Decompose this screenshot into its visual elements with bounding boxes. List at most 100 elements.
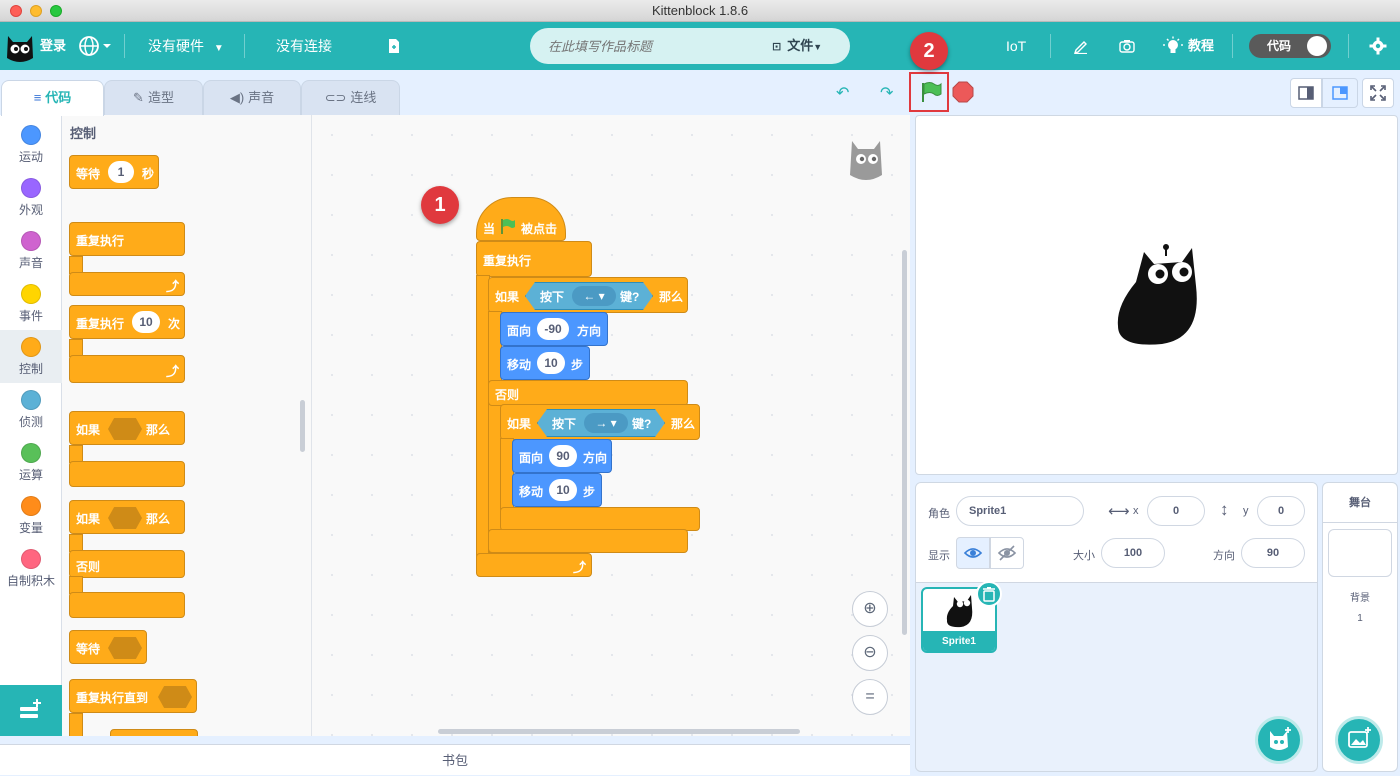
point-in-direction-block[interactable]: 面向 -90 方向 [500, 312, 608, 346]
normal-stage-button[interactable] [1322, 78, 1358, 108]
tab-costumes[interactable]: ✎ 造型 [104, 80, 203, 115]
stop-button[interactable] [952, 81, 974, 103]
repeat-block[interactable]: 重复执行 10 次 [69, 305, 185, 339]
file-menu[interactable]: ⊡ 文件▼ [772, 28, 822, 64]
tab-code[interactable]: ≡ 代码 [1, 80, 104, 116]
tab-wiring[interactable]: ⊂⊃ 连线 [301, 80, 400, 115]
maximize-window-button[interactable] [50, 5, 62, 17]
block-text: 等待 [76, 167, 101, 181]
category-operators[interactable]: 运算 [0, 436, 62, 489]
x-position-input[interactable]: 0 [1147, 496, 1205, 526]
boolean-slot[interactable] [108, 637, 142, 659]
chevron-down-icon: ▼ [213, 43, 224, 54]
close-window-button[interactable] [10, 5, 22, 17]
choose-backdrop-button[interactable] [1335, 716, 1383, 764]
steps-value-input[interactable]: 10 [549, 479, 577, 501]
stage-thumbnail[interactable] [1328, 529, 1392, 577]
block-text: 重复执行直到 [76, 691, 149, 705]
block-text: 重复执行 [76, 317, 125, 331]
block-text: 次 [168, 317, 181, 331]
window-title: Kittenblock 1.8.6 [651, 3, 749, 18]
point-in-direction-block[interactable]: 面向 90 方向 [512, 439, 612, 473]
add-extension-button[interactable] [0, 685, 62, 736]
repeat-value-input[interactable]: 10 [132, 311, 160, 333]
backpack-bar[interactable]: 书包 [0, 744, 910, 775]
category-variables[interactable]: 变量 [0, 489, 62, 542]
login-button[interactable]: 登录 [40, 22, 66, 70]
tutorial-button[interactable]: 教程 [1188, 22, 1214, 70]
project-title-input[interactable] [548, 34, 748, 58]
category-sensing[interactable]: 侦测 [0, 383, 62, 436]
show-sprite-button[interactable] [956, 537, 990, 569]
wait-until-block[interactable]: 等待 [69, 630, 147, 664]
move-steps-block[interactable]: 移动 10 步 [512, 473, 602, 507]
wait-seconds-block[interactable]: 等待 1 秒 [69, 155, 159, 189]
image-add-icon [1348, 727, 1371, 748]
category-looks[interactable]: 外观 [0, 171, 62, 224]
forever-block[interactable]: 重复执行 [476, 241, 592, 277]
iot-menu[interactable]: IoT [1006, 22, 1026, 70]
forever-block[interactable]: 重复执行 [69, 222, 185, 256]
tab-sounds[interactable]: ◀) 声音 [203, 80, 301, 115]
direction-value-input[interactable]: 90 [549, 445, 577, 467]
connection-menu[interactable]: 没有连接 [276, 22, 332, 70]
workspace-horizontal-scrollbar[interactable] [438, 729, 800, 734]
fullscreen-button[interactable] [1362, 78, 1394, 108]
direction-input[interactable]: 90 [1241, 538, 1305, 568]
sprite-cat-icon[interactable] [1114, 242, 1204, 348]
y-position-input[interactable]: 0 [1257, 496, 1305, 526]
zoom-in-button[interactable]: ⊕ [852, 591, 888, 627]
gear-icon[interactable] [1369, 37, 1387, 58]
code-toggle-label: 代码 [1267, 39, 1292, 53]
if-else-block[interactable]: 如果 那么 [69, 500, 185, 534]
green-flag-button[interactable] [916, 78, 944, 106]
boolean-slot[interactable] [158, 686, 192, 708]
script-workspace[interactable]: 当 被点击 重复执行 ⤴ 如果 按下 ← ▾ 键? 那么 面向 -90 方向 移… [312, 115, 910, 736]
save-icon: ⊡ [772, 41, 782, 53]
palette-scrollbar[interactable] [300, 400, 305, 452]
wait-value-input[interactable]: 1 [108, 161, 134, 183]
code-toggle[interactable]: 代码 [1249, 34, 1331, 58]
zoom-out-button[interactable]: ⊖ [852, 635, 888, 671]
choose-sprite-button[interactable] [1255, 716, 1303, 764]
when-flag-clicked-block[interactable]: 当 被点击 [476, 197, 566, 241]
key-dropdown[interactable]: → ▾ [584, 413, 628, 433]
move-steps-block[interactable]: 移动 10 步 [500, 346, 590, 380]
stage-canvas[interactable] [915, 115, 1398, 475]
category-sound[interactable]: 声音 [0, 224, 62, 277]
hardware-menu[interactable]: 没有硬件 ▼ [148, 22, 224, 70]
hide-sprite-button[interactable] [990, 537, 1024, 569]
category-events[interactable]: 事件 [0, 277, 62, 330]
boolean-slot[interactable] [108, 418, 142, 440]
green-flag-icon [922, 82, 942, 102]
language-menu[interactable] [78, 35, 114, 57]
category-control[interactable]: 控制 [0, 330, 62, 383]
tab-costumes-label: 造型 [147, 90, 174, 105]
if-else-block[interactable]: 如果 按下 ← ▾ 键? 那么 [488, 277, 688, 313]
delete-sprite-button[interactable] [976, 581, 1002, 607]
eye-icon [963, 548, 983, 558]
direction-value-input[interactable]: -90 [537, 318, 569, 340]
category-motion[interactable]: 运动 [0, 118, 62, 171]
steps-value-input[interactable]: 10 [537, 352, 565, 374]
if-then-block[interactable]: 如果 那么 [69, 411, 185, 445]
workspace-vertical-scrollbar[interactable] [902, 250, 907, 635]
if-then-block[interactable]: 如果 按下 → ▾ 键? 那么 [500, 404, 700, 440]
undo-icon[interactable]: ↶ [836, 83, 849, 103]
repeat-until-block[interactable]: 重复执行直到 [69, 679, 197, 713]
sprite-name-input[interactable]: Sprite1 [956, 496, 1084, 526]
small-stage-button[interactable] [1290, 78, 1322, 108]
block-text: 被点击 [521, 222, 558, 236]
key-dropdown[interactable]: ← ▾ [572, 286, 616, 306]
new-file-icon[interactable] [388, 38, 400, 57]
pencil-icon[interactable] [1073, 38, 1089, 57]
kittenblock-logo[interactable] [4, 28, 36, 64]
category-my-blocks[interactable]: 自制积木 [0, 542, 62, 595]
minimize-window-button[interactable] [30, 5, 42, 17]
boolean-slot[interactable] [108, 507, 142, 529]
zoom-reset-button[interactable]: = [852, 679, 888, 715]
camera-icon[interactable] [1119, 39, 1135, 56]
annotation-badge-2: 2 [910, 32, 948, 70]
size-input[interactable]: 100 [1101, 538, 1165, 568]
redo-icon[interactable]: ↷ [880, 83, 893, 103]
